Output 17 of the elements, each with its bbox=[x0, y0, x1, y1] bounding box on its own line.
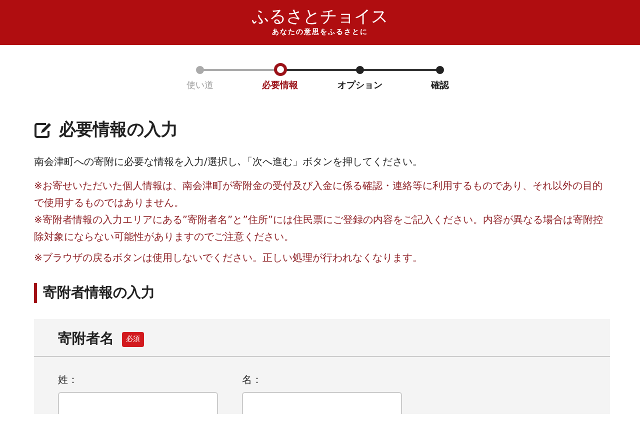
notice-text: ※ブラウザの戻るボタンは使用しないでください。正しい処理が行われなくなります。 bbox=[34, 252, 424, 266]
field-label: 名： bbox=[242, 374, 263, 388]
step-label: 確認 bbox=[430, 80, 450, 93]
intro-text: 南会津町への寄附に必要な情報を入力/選択し､「次へ進む」ボタンを押してください。 bbox=[34, 156, 424, 170]
notice-text: ※寄附者情報の入力エリアにある”寄附者名”と”住所”には住民票にご登録の内容をご記入ください。内容が異なる場合は寄附控除対象にならない可能性がありますのでご注意ください。 bbox=[34, 214, 604, 245]
page-title: 必要情報の入力 bbox=[59, 118, 178, 142]
step-label: オプション bbox=[336, 80, 384, 93]
text-input[interactable] bbox=[58, 392, 218, 414]
field-label: 姓： bbox=[58, 374, 79, 388]
section-title: 寄附者情報の入力 bbox=[34, 283, 610, 303]
notice-text: ※お寄せいただいた個人情報は、南会津町が寄附金の受付及び入金に係る確認・連絡等に利用するものであり、それ以外の目的で使用するものではありません。 bbox=[34, 180, 604, 211]
edit-icon bbox=[34, 122, 51, 139]
step-label: 必要情報 bbox=[261, 80, 299, 93]
logo-text: ふるさとチョイス bbox=[252, 7, 388, 28]
step-label: 使い道 bbox=[186, 80, 214, 93]
field-title: 寄附者名 bbox=[58, 330, 114, 349]
text-input[interactable] bbox=[242, 392, 402, 414]
